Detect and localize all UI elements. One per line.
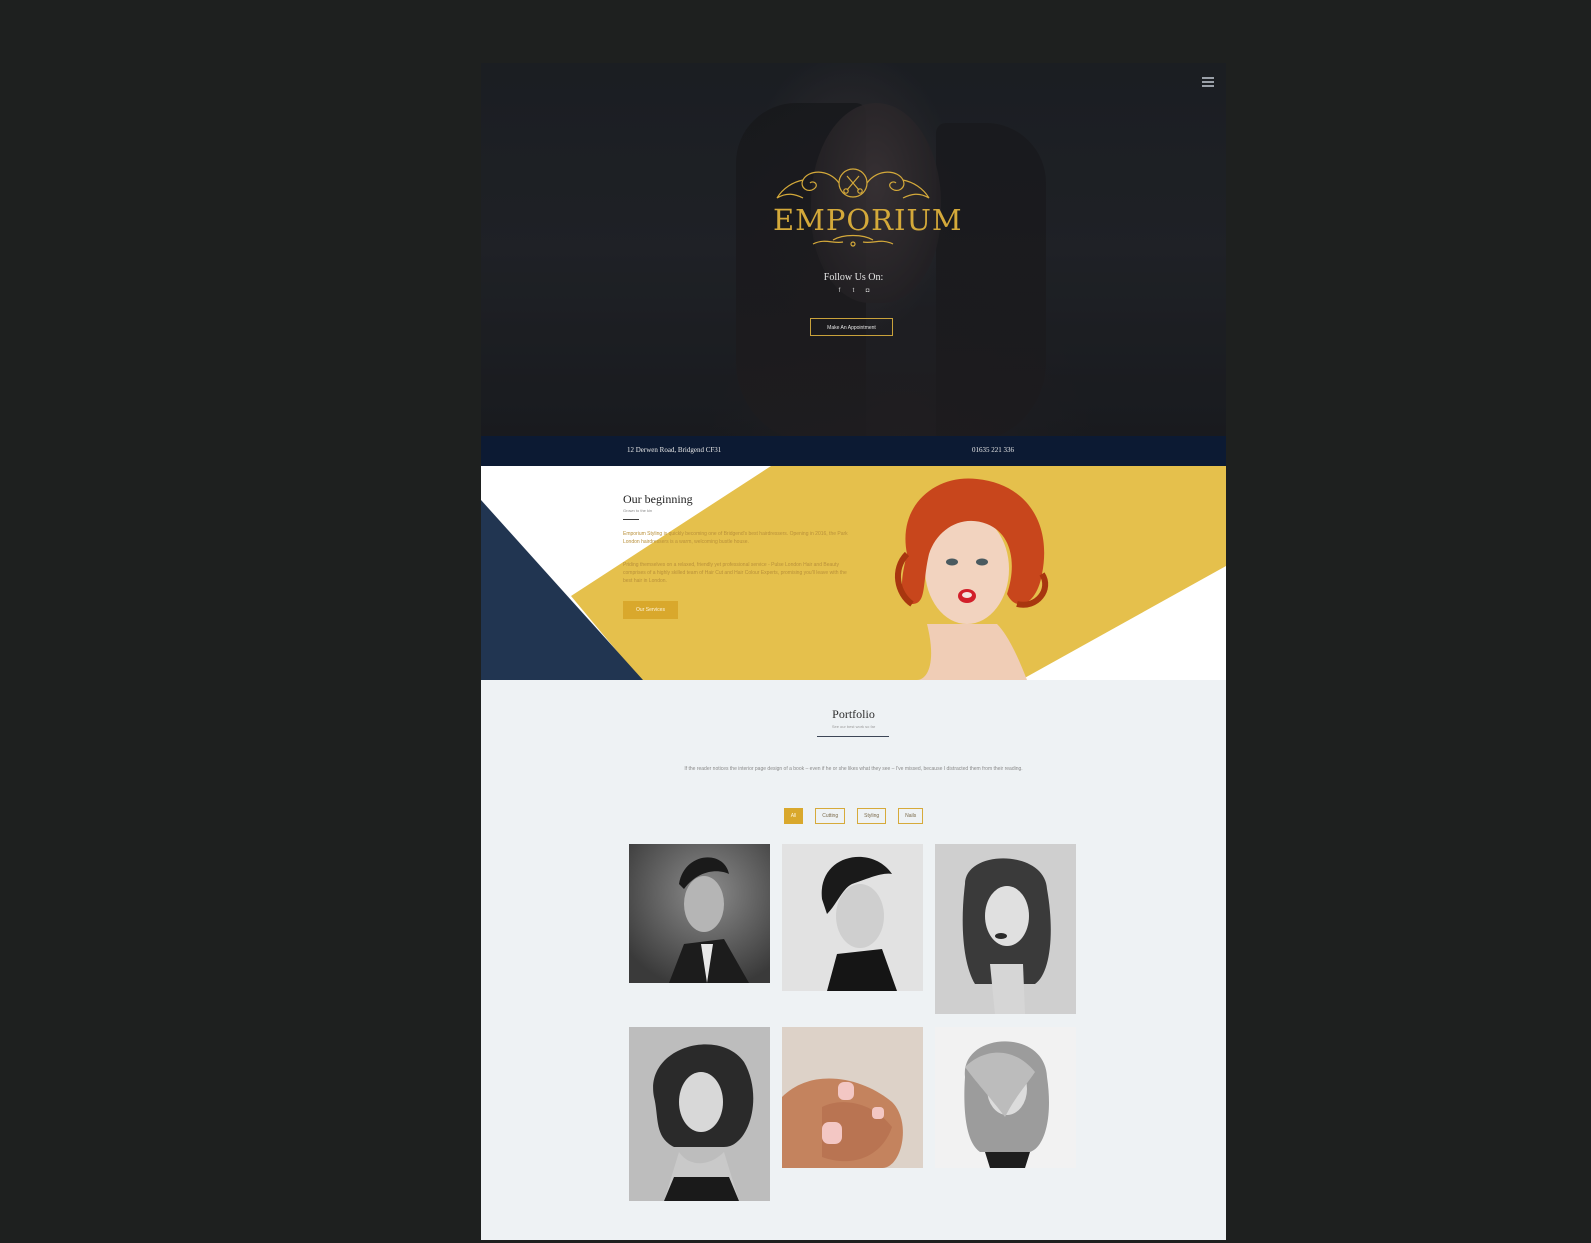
filter-nails-button[interactable]: Nails (898, 808, 924, 824)
about-paragraph-2: Priding themselves on a relaxed, friendl… (623, 562, 847, 584)
about-divider (623, 519, 639, 520)
filter-styling-button[interactable]: Styling (857, 808, 887, 824)
about-title: Our beginning (623, 492, 693, 506)
hero-section: EMPORIUM Follow Us On: f t ◘ Make An App… (481, 63, 1226, 436)
gallery-image-quiff-man[interactable] (782, 844, 923, 991)
about-paragraph-1: Emporium Styling is quickly becoming one… (623, 531, 848, 545)
gallery-image-bob-woman[interactable] (935, 844, 1076, 1014)
portfolio-divider (817, 736, 889, 737)
about-section: Our beginning Grown to the kin Emporium … (481, 466, 1226, 680)
portfolio-title: Portfolio (832, 707, 875, 721)
twitter-icon[interactable]: t (851, 288, 857, 294)
filter-cutting-button[interactable]: Cutting (815, 808, 846, 824)
phone-number[interactable]: 01635 221 336 (972, 446, 1014, 454)
hamburger-menu-icon[interactable] (1202, 77, 1214, 87)
gallery-image-nails[interactable] (782, 1027, 923, 1168)
logo-wordmark: EMPORIUM (773, 203, 963, 237)
gallery-image-pompadour-man[interactable] (629, 844, 770, 983)
about-subtitle: Grown to the kin (623, 508, 653, 513)
address-text: 12 Derwen Road, Bridgend CF31 (627, 446, 722, 454)
portfolio-section: Portfolio See our best work so far If th… (481, 680, 1226, 1240)
gallery-image-blonde-woman[interactable] (935, 1027, 1076, 1168)
info-bar: 12 Derwen Road, Bridgend CF31 01635 221 … (481, 436, 1226, 466)
social-links: f t ◘ (481, 288, 1226, 294)
facebook-icon[interactable]: f (837, 288, 843, 294)
page: EMPORIUM Follow Us On: f t ◘ Make An App… (481, 63, 1226, 1240)
redhead-model-image (894, 478, 1049, 680)
our-services-button[interactable]: Our Services (623, 601, 678, 619)
instagram-icon[interactable]: ◘ (865, 288, 871, 294)
make-appointment-button[interactable]: Make An Appointment (810, 318, 893, 336)
portfolio-subtitle: See our best work so far (831, 724, 876, 729)
gallery-image-wavy-woman[interactable] (629, 1027, 770, 1201)
portfolio-description: If the reader notices the interior page … (684, 766, 1023, 772)
emporium-logo[interactable]: EMPORIUM (773, 158, 963, 253)
follow-us-label: Follow Us On: (823, 272, 884, 283)
filter-all-button[interactable]: All (783, 808, 804, 824)
portfolio-filters: All Cutting Styling Nails (481, 808, 1226, 824)
